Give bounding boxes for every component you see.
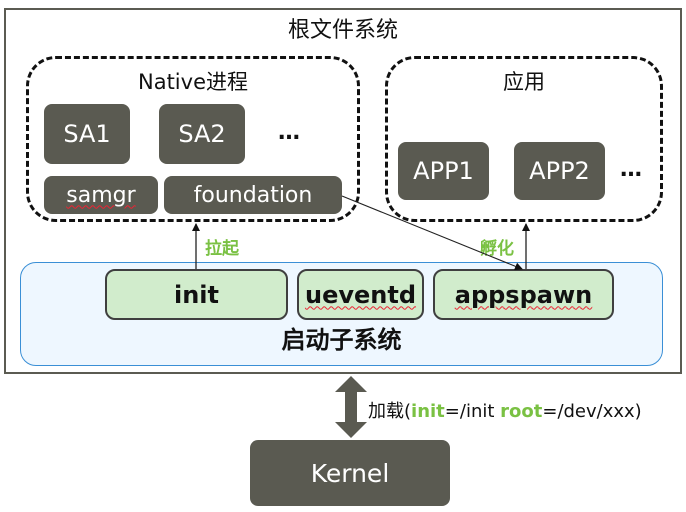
load-init-value: =/init	[444, 401, 501, 422]
kernel-label: Kernel	[310, 458, 390, 488]
load-prefix: 加载(	[368, 401, 412, 422]
foundation-to-appspawn-arrow	[341, 195, 523, 271]
load-init-key: init	[411, 401, 445, 422]
kernel-box: Kernel	[250, 440, 450, 506]
load-params-label: 加载(init=/init root=/dev/xxx)	[368, 397, 642, 423]
kernel-load-double-arrow	[335, 376, 367, 438]
load-root-value: =/dev/xxx)	[542, 401, 642, 422]
connector-layer	[192, 195, 530, 438]
load-root-key: root	[500, 401, 543, 422]
